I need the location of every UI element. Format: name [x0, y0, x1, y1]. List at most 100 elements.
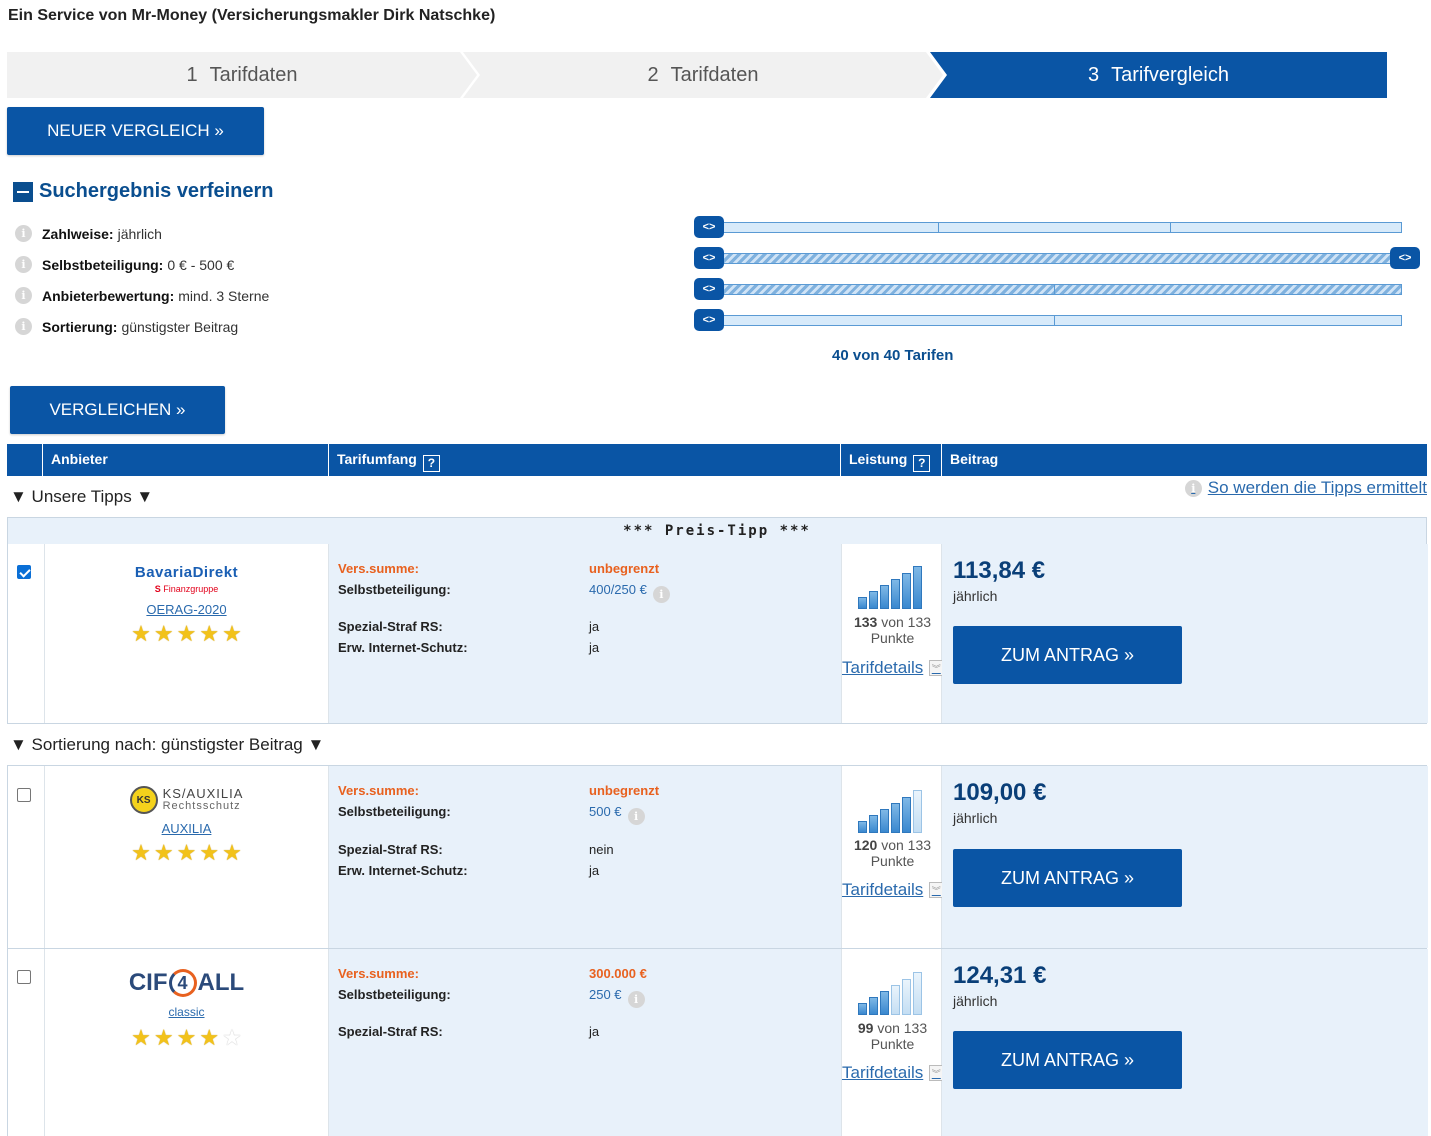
rating-stars: ★ ★ ★ ★ ★ [45, 623, 328, 645]
bar [913, 972, 922, 1015]
slider-handle[interactable]: <> [694, 216, 724, 238]
price-cell: 109,00 € jährlich ZUM ANTRAG » [942, 766, 1428, 948]
tarifdetails-label: Tarifdetails [842, 658, 924, 677]
slider-zahlweise[interactable]: <> [694, 216, 1402, 238]
info-icon[interactable]: i [652, 586, 670, 603]
slider-handle-min[interactable]: <> [694, 247, 724, 269]
points-value: 120 [853, 837, 878, 853]
kv-value: ja [589, 640, 600, 655]
star-icon: ★ [176, 840, 197, 865]
points-text: 99 von 133 Punkte [842, 1020, 943, 1052]
bar [858, 821, 867, 833]
tariff-row: KS KS/AUXILIA Rechtsschutz AUXILIA ★ ★ ★ ★ ★… [7, 765, 1428, 949]
slider-handle[interactable]: <> [694, 278, 724, 300]
bar [869, 815, 878, 833]
refine-toggle[interactable]: Suchergebnis verfeinern [13, 180, 274, 203]
slider-anbieterbewertung[interactable]: <> [694, 278, 1402, 300]
step-number: 2 [647, 63, 659, 86]
select-cell [8, 544, 45, 723]
bar [913, 790, 922, 833]
step-2[interactable]: 2 Tarifdaten [463, 52, 943, 98]
header-check [7, 444, 42, 476]
kv-label: Vers.summe: [338, 966, 419, 981]
header-anbieter: Anbieter [42, 444, 328, 476]
step-label: Tarifdaten [209, 63, 298, 86]
kv-value: unbegrenzt [589, 561, 660, 576]
kv-value: ja [589, 1024, 600, 1039]
rating-stars: ★ ★ ★ ★ ★ [45, 1027, 328, 1049]
header-label: Tarifumfang [337, 451, 417, 467]
tariff-name-link[interactable]: AUXILIA [45, 821, 328, 836]
select-cell [8, 949, 45, 1136]
points-of: von 133 [877, 1020, 928, 1036]
info-icon[interactable]: i [627, 808, 645, 825]
points-unit: Punkte [870, 630, 915, 646]
sparkasse-icon: S [154, 584, 161, 594]
table-header: Anbieter Tarifumfang? Leistung? Beitrag [7, 444, 1427, 476]
points-value: 99 [857, 1020, 874, 1036]
group-sort-toggle[interactable]: ▼ Sortierung nach: günstigster Beitrag ▼ [10, 735, 324, 755]
info-icon[interactable]: i [15, 225, 32, 242]
points-text: 120 von 133 Punkte [842, 837, 943, 869]
kv-value-sb: 400/250 € i [589, 582, 670, 603]
tipps-explain-link[interactable]: i So werden die Tipps ermittelt [1184, 478, 1427, 498]
tarifdetails-link[interactable]: Tarifdetails ︾ [842, 658, 944, 678]
info-icon[interactable]: i [627, 991, 645, 1008]
star-icon: ★ [131, 621, 151, 646]
compare-checkbox[interactable] [17, 788, 31, 802]
bar [891, 985, 900, 1015]
slider-sortierung[interactable]: <> [694, 309, 1402, 331]
group-tipps-toggle[interactable]: ▼ Unsere Tipps ▼ [10, 487, 153, 507]
bar [880, 809, 889, 833]
header-label: Leistung [849, 451, 908, 467]
slider-handle-max[interactable]: <> [1390, 247, 1420, 269]
star-icon: ★ [153, 621, 174, 646]
compare-checkbox[interactable] [17, 565, 31, 579]
bar [869, 997, 878, 1015]
help-icon[interactable]: ? [422, 455, 440, 472]
price-tip-banner: *** Preis-Tipp *** [8, 518, 1426, 544]
slider-tick [938, 222, 939, 233]
info-icon[interactable]: i [15, 256, 32, 273]
logo-four-icon: 4 [168, 969, 197, 997]
compare-button[interactable]: VERGLEICHEN » [10, 386, 225, 434]
info-icon[interactable]: i [15, 287, 32, 304]
star-icon: ★ [199, 840, 220, 865]
scope-cell: Vers.summe: 300.000 € Selbstbeteiligung:… [329, 949, 841, 1136]
apply-button[interactable]: ZUM ANTRAG » [953, 849, 1182, 907]
slider-handle[interactable]: <> [694, 309, 724, 331]
info-icon[interactable]: i [15, 318, 32, 335]
provider-cell: KS KS/AUXILIA Rechtsschutz AUXILIA ★ ★ ★ ★ ★ [45, 766, 329, 948]
tariff-row-tipp: *** Preis-Tipp *** BavariaDirekt S Finan… [7, 517, 1428, 724]
slider-tick [1054, 315, 1055, 326]
step-1[interactable]: 1 Tarifdaten [7, 52, 477, 98]
kv-label: Vers.summe: [338, 561, 419, 576]
price-value: 109,00 € [953, 779, 1047, 806]
star-icon: ★ [222, 840, 242, 865]
step-progress: 1 Tarifdaten 2 Tarifdaten 3 Tarifvergleich [7, 52, 1387, 98]
bar [902, 573, 911, 609]
provider-cell: CIF 4 ALL classic ★ ★ ★ ★ ★ [45, 949, 329, 1136]
tarifdetails-link[interactable]: Tarifdetails ︾ [842, 1063, 944, 1083]
service-text: Ein Service von Mr-Money (Versicherungsm… [8, 7, 496, 24]
tariff-name-link[interactable]: OERAG-2020 [45, 602, 328, 617]
price-cell: 124,31 € jährlich ZUM ANTRAG » [942, 949, 1428, 1136]
kv-value-sb: 250 € i [589, 987, 645, 1008]
points-unit: Punkte [870, 853, 915, 869]
apply-button[interactable]: ZUM ANTRAG » [953, 1031, 1182, 1089]
compare-checkbox[interactable] [17, 970, 31, 984]
bar [880, 991, 889, 1015]
tarifdetails-link[interactable]: Tarifdetails ︾ [842, 880, 944, 900]
points-unit: Punkte [870, 1036, 915, 1052]
logo-subtext: Rechtsschutz [162, 800, 241, 812]
slider-selbstbeteiligung[interactable]: <> <> [694, 247, 1420, 269]
help-icon[interactable]: ? [913, 455, 931, 472]
bar [902, 797, 911, 833]
star-icon: ★ [176, 621, 197, 646]
price-period: jährlich [953, 588, 998, 604]
new-comparison-button[interactable]: NEUER VERGLEICH » [7, 107, 264, 155]
step-label: Tarifdaten [670, 63, 759, 86]
tariff-name-link[interactable]: classic [45, 1005, 328, 1019]
apply-button[interactable]: ZUM ANTRAG » [953, 626, 1182, 684]
price-period: jährlich [953, 810, 998, 826]
